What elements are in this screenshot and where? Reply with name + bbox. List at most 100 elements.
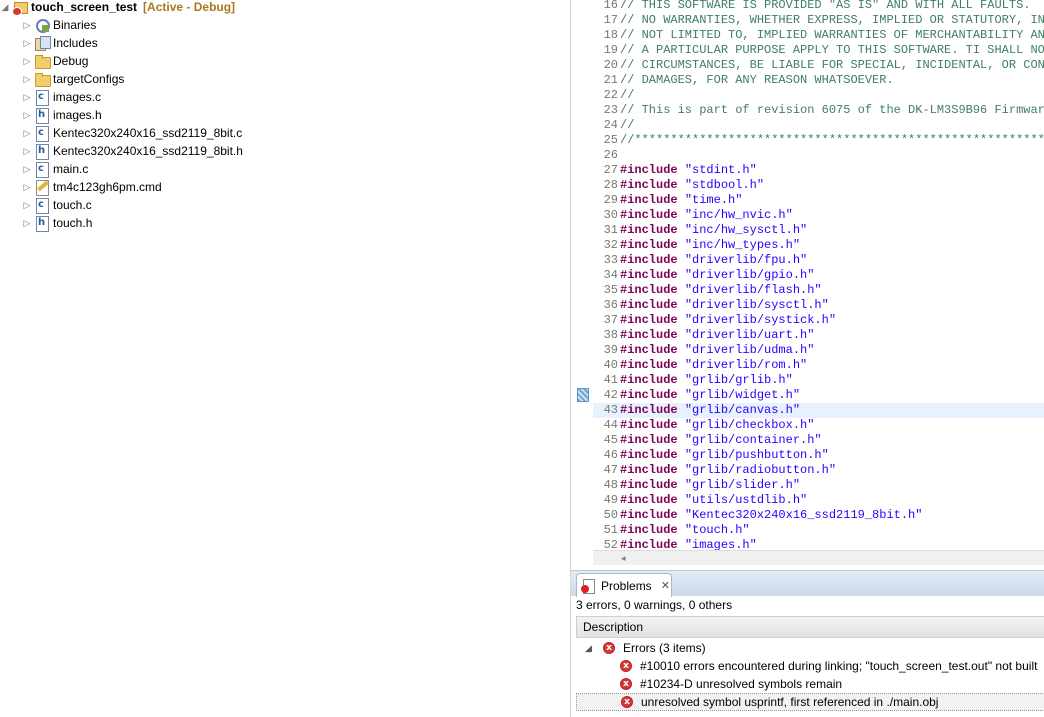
- expand-arrow-icon[interactable]: ▷: [22, 160, 32, 178]
- code-line[interactable]: 47 #include "grlib/radiobutton.h": [593, 463, 1044, 478]
- column-header-description[interactable]: Description: [576, 616, 1044, 638]
- tree-item[interactable]: ▷ h Kentec320x240x16_ssd2119_8bit.h: [22, 142, 582, 160]
- c-file-icon: c: [34, 89, 50, 106]
- tree-item-label: images.h: [53, 108, 102, 122]
- close-icon[interactable]: ✕: [661, 579, 670, 592]
- error-row[interactable]: x #10010 errors encountered during linkin…: [577, 657, 1037, 675]
- include-keyword: #include: [620, 418, 678, 432]
- tree-item[interactable]: ▷ c main.c: [22, 160, 582, 178]
- tree-item[interactable]: ▷ c images.c: [22, 88, 582, 106]
- line-number: 42: [603, 388, 618, 402]
- expand-arrow-icon[interactable]: ▷: [22, 34, 32, 52]
- code-line[interactable]: 50 #include "Kentec320x240x16_ssd2119_8bi…: [593, 508, 1044, 523]
- code-line[interactable]: 45 #include "grlib/container.h": [593, 433, 1044, 448]
- problems-tab-bar: Problems ✕: [571, 570, 1044, 597]
- expand-arrow-icon[interactable]: ▷: [22, 88, 32, 106]
- code-line[interactable]: 25//************************************…: [593, 133, 1044, 148]
- expand-arrow-icon[interactable]: ▷: [22, 178, 32, 196]
- code-line[interactable]: 26: [593, 148, 1044, 163]
- code-editor[interactable]: 16// THIS SOFTWARE IS PROVIDED "AS IS" A…: [570, 0, 1044, 565]
- code-line[interactable]: 39 #include "driverlib/udma.h": [593, 343, 1044, 358]
- code-line[interactable]: 33 #include "driverlib/fpu.h": [593, 253, 1044, 268]
- expand-arrow-icon[interactable]: ▷: [22, 124, 32, 142]
- code-line[interactable]: 31 #include "inc/hw_sysctl.h": [593, 223, 1044, 238]
- include-path: "utils/ustdlib.h": [684, 493, 808, 507]
- code-line[interactable]: 37 #include "driverlib/systick.h": [593, 313, 1044, 328]
- expand-arrow-icon[interactable]: ▷: [22, 52, 32, 70]
- code-line[interactable]: 21// DAMAGES, FOR ANY REASON WHATSOEVER.: [593, 73, 1044, 88]
- code-line[interactable]: 51 #include "touch.h": [593, 523, 1044, 538]
- code-line[interactable]: 22//: [593, 88, 1044, 103]
- code-line[interactable]: 18// NOT LIMITED TO, IMPLIED WARRANTIES …: [593, 28, 1044, 43]
- tree-item[interactable]: ▷ Binaries: [22, 16, 582, 34]
- tree-item[interactable]: ▷ tm4c123gh6pm.cmd: [22, 178, 582, 196]
- code-line[interactable]: 16// THIS SOFTWARE IS PROVIDED "AS IS" A…: [593, 0, 1044, 13]
- code-line[interactable]: 27 #include "stdint.h": [593, 163, 1044, 178]
- tree-item[interactable]: ▷ h images.h: [22, 106, 582, 124]
- code-line[interactable]: 20// CIRCUMSTANCES, BE LIABLE FOR SPECIA…: [593, 58, 1044, 73]
- problems-icon: [581, 578, 597, 594]
- code-line[interactable]: 28 #include "stdbool.h": [593, 178, 1044, 193]
- line-number: 40: [603, 358, 618, 372]
- include-keyword: #include: [620, 508, 678, 522]
- code-line[interactable]: 38 #include "driverlib/uart.h": [593, 328, 1044, 343]
- code-line[interactable]: 30 #include "inc/hw_nvic.h": [593, 208, 1044, 223]
- horizontal-scrollbar[interactable]: ◂: [593, 550, 1044, 565]
- code-area[interactable]: 16// THIS SOFTWARE IS PROVIDED "AS IS" A…: [593, 0, 1044, 550]
- line-number: 36: [603, 298, 618, 312]
- code-line[interactable]: 52 #include "images.h": [593, 538, 1044, 550]
- code-line[interactable]: 42 #include "grlib/widget.h": [593, 388, 1044, 403]
- expand-arrow-icon[interactable]: ▷: [22, 106, 32, 124]
- tree-item[interactable]: ▷ targetConfigs: [22, 70, 582, 88]
- include-keyword: #include: [620, 313, 678, 327]
- search-occurrence-marker-icon[interactable]: [577, 388, 589, 402]
- code-line[interactable]: 35 #include "driverlib/flash.h": [593, 283, 1044, 298]
- line-number: 50: [603, 508, 618, 522]
- expand-arrow-icon[interactable]: ▷: [22, 70, 32, 88]
- code-line[interactable]: 41 #include "grlib/grlib.h": [593, 373, 1044, 388]
- tab-problems[interactable]: Problems ✕: [576, 573, 672, 597]
- line-number: 52: [603, 538, 618, 550]
- code-line[interactable]: 24//: [593, 118, 1044, 133]
- tree-item[interactable]: ▷ c Kentec320x240x16_ssd2119_8bit.c: [22, 124, 582, 142]
- include-path: "grlib/slider.h": [684, 478, 801, 492]
- include-keyword: #include: [620, 283, 678, 297]
- code-line[interactable]: 19// A PARTICULAR PURPOSE APPLY TO THIS …: [593, 43, 1044, 58]
- code-comment: // This is part of revision 6075 of the …: [620, 103, 1044, 117]
- tree-item[interactable]: ▷ h touch.h: [22, 214, 582, 232]
- expand-arrow-icon[interactable]: ▷: [22, 214, 32, 232]
- editor-left-ruler[interactable]: [571, 0, 593, 550]
- code-line[interactable]: 40 #include "driverlib/rom.h": [593, 358, 1044, 373]
- code-line[interactable]: 49 #include "utils/ustdlib.h": [593, 493, 1044, 508]
- expand-arrow-icon[interactable]: ▷: [22, 196, 32, 214]
- error-row[interactable]: x #10234-D unresolved symbols remain: [577, 675, 842, 693]
- code-line[interactable]: 17// NO WARRANTIES, WHETHER EXPRESS, IMP…: [593, 13, 1044, 28]
- error-row[interactable]: x unresolved symbol usprintf, first refer…: [576, 693, 1044, 711]
- collapse-arrow-icon[interactable]: ◢: [585, 643, 597, 654]
- code-line[interactable]: 44 #include "grlib/checkbox.h": [593, 418, 1044, 433]
- line-number: 16: [603, 0, 618, 12]
- code-line[interactable]: 29 #include "time.h": [593, 193, 1044, 208]
- line-number: 37: [603, 313, 618, 327]
- line-number: 41: [603, 373, 618, 387]
- column-header-label: Description: [583, 620, 644, 634]
- tree-item[interactable]: ▷ Debug: [22, 52, 582, 70]
- code-line[interactable]: 46 #include "grlib/pushbutton.h": [593, 448, 1044, 463]
- tree-item[interactable]: ▷ Includes: [22, 34, 582, 52]
- code-line[interactable]: 43 #include "grlib/canvas.h": [593, 403, 1044, 418]
- include-path: "images.h": [684, 538, 757, 550]
- tree-item[interactable]: ▷ c touch.c: [22, 196, 582, 214]
- code-line[interactable]: 34 #include "driverlib/gpio.h": [593, 268, 1044, 283]
- expand-arrow-icon[interactable]: ▷: [22, 142, 32, 160]
- code-line[interactable]: 48 #include "grlib/slider.h": [593, 478, 1044, 493]
- code-line[interactable]: 36 #include "driverlib/sysctl.h": [593, 298, 1044, 313]
- scroll-left-arrow-icon[interactable]: ◂: [621, 553, 626, 564]
- tree-root-project[interactable]: ◢ touch_screen_test [Active - Debug]: [0, 0, 560, 16]
- errors-group-row[interactable]: ◢ x Errors (3 items): [585, 639, 706, 657]
- collapse-arrow-icon[interactable]: ◢: [0, 0, 10, 16]
- line-number: 33: [603, 253, 618, 267]
- code-line[interactable]: 23// This is part of revision 6075 of th…: [593, 103, 1044, 118]
- expand-arrow-icon[interactable]: ▷: [22, 16, 32, 34]
- code-line[interactable]: 32 #include "inc/hw_types.h": [593, 238, 1044, 253]
- tree-item-label: Kentec320x240x16_ssd2119_8bit.c: [53, 126, 243, 140]
